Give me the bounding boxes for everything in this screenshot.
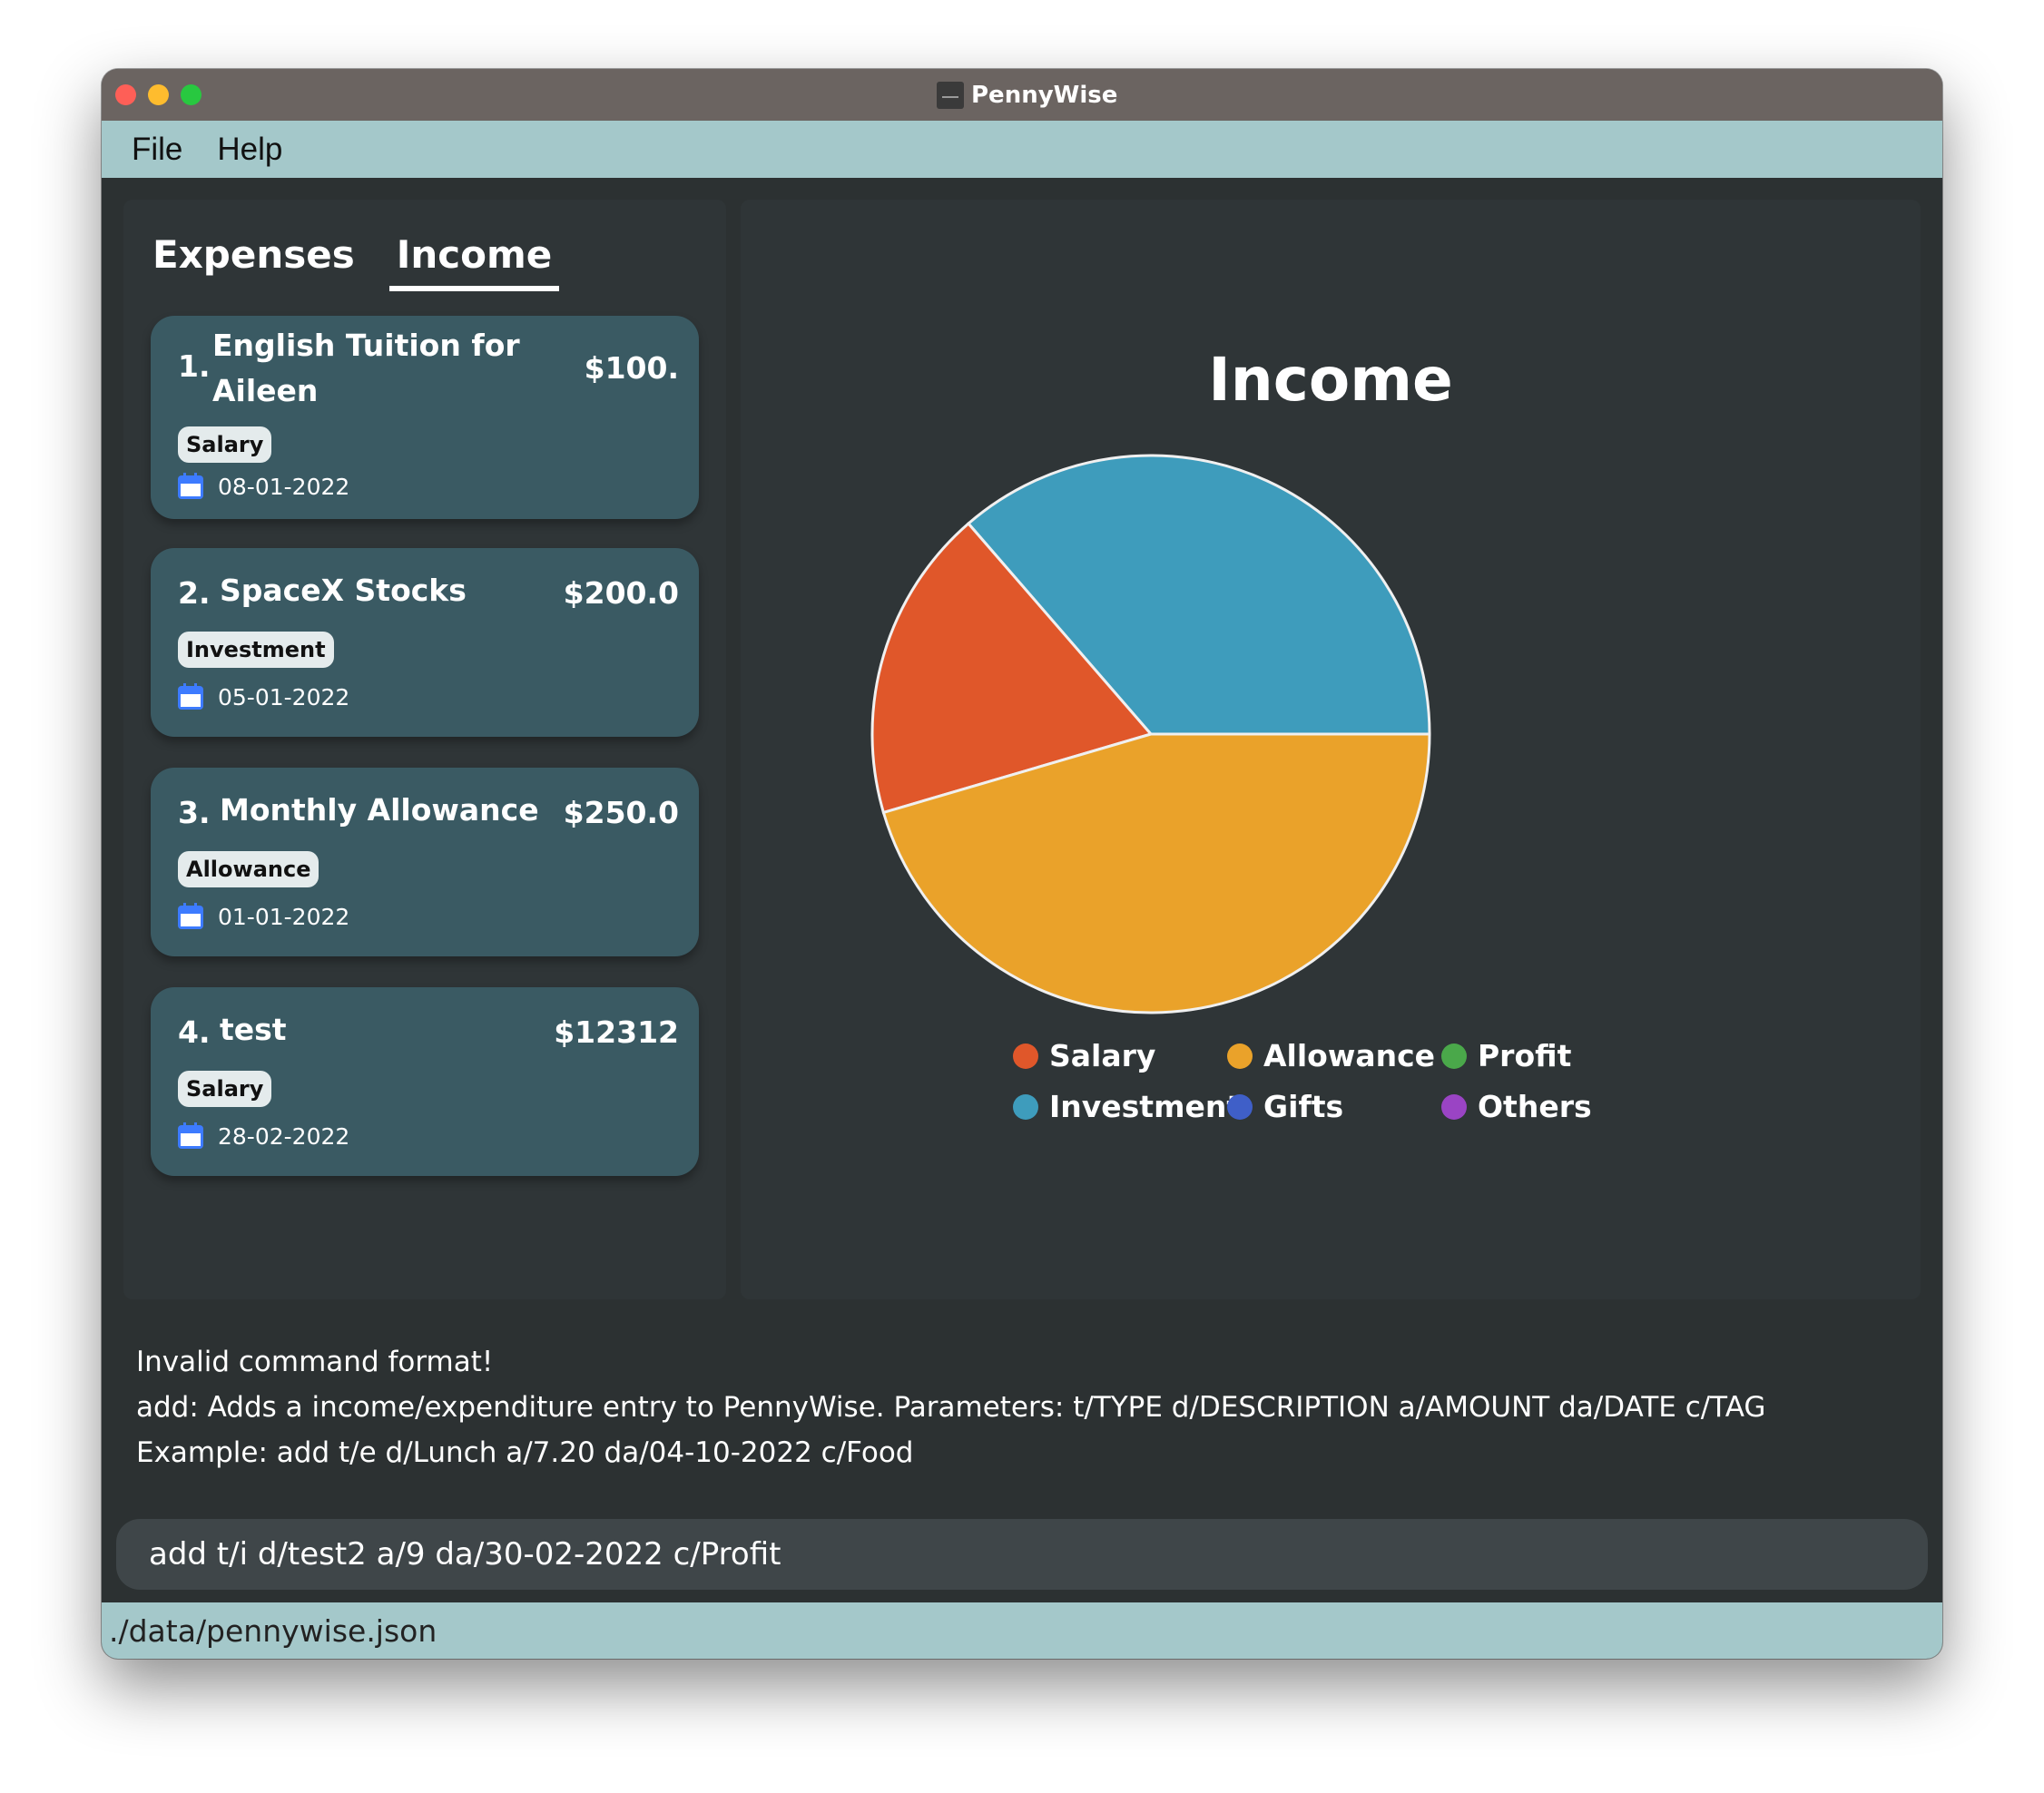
calendar-icon [178,902,203,929]
entry-tag: Allowance [178,851,319,887]
entry-date: 05-01-2022 [218,684,350,710]
entry-card[interactable]: 4. test $12312 Salary 28-02-2022 [151,987,699,1176]
entry-tag: Salary [178,426,272,463]
entry-tabs: Expenses Income [145,232,560,291]
menu-file[interactable]: File [132,132,182,168]
title-bar: PennyWise [102,69,1942,121]
entry-description-line: English Tuition for [212,328,520,363]
legend-item-investment: Investment [1013,1089,1241,1124]
entry-date-row: 28-02-2022 [178,1122,350,1150]
entry-description-line: Aileen [212,373,319,408]
result-line: Example: add t/e d/Lunch a/7.20 da/04-10… [136,1436,914,1469]
entry-date-row: 01-01-2022 [178,902,350,930]
legend-dot-icon [1227,1043,1253,1069]
entry-description: English Tuition for Aileen [212,323,520,414]
calendar-icon [178,682,203,710]
command-input[interactable] [147,1535,1875,1573]
result-line: Invalid command format! [136,1346,494,1378]
pennywise-app-icon [937,82,964,109]
menu-bar: File Help [102,121,1942,178]
entry-list-panel: Expenses Income 1. English Tuition for A… [123,200,726,1299]
legend-dot-icon [1013,1043,1038,1069]
maximize-window-button[interactable] [181,84,201,105]
menu-help[interactable]: Help [217,132,282,168]
entry-card[interactable]: 1. English Tuition for Aileen $100. Sala… [151,316,699,519]
entry-tag: Salary [178,1071,272,1107]
entry-amount: $200.0 [563,575,679,611]
entry-index: 1. [178,348,211,384]
entry-index: 2. [178,575,211,611]
calendar-icon [178,472,203,499]
legend-item-salary: Salary [1013,1038,1155,1073]
entry-date: 28-02-2022 [218,1123,350,1150]
entry-description: Monthly Allowance [220,792,539,828]
legend-dot-icon [1441,1093,1467,1120]
entry-index: 3. [178,795,211,830]
legend-dot-icon [1227,1093,1253,1120]
legend-item-gifts: Gifts [1227,1089,1343,1124]
entry-index: 4. [178,1014,211,1050]
entry-amount: $250.0 [563,795,679,830]
legend-label: Profit [1478,1038,1572,1073]
legend-dot-icon [1441,1043,1467,1069]
command-box [116,1519,1928,1590]
entry-card[interactable]: 2. SpaceX Stocks $200.0 Investment 05-01… [151,548,699,737]
entry-description: test [220,1012,287,1047]
entry-date: 08-01-2022 [218,474,350,500]
tab-income[interactable]: Income [388,232,560,291]
tab-expenses[interactable]: Expenses [145,232,362,291]
legend-label: Investment [1049,1089,1242,1124]
legend-item-profit: Profit [1441,1038,1571,1073]
entry-date-row: 05-01-2022 [178,682,350,710]
calendar-icon [178,1122,203,1149]
result-line: add: Adds a income/expenditure entry to … [136,1391,1766,1424]
entry-date-row: 08-01-2022 [178,472,350,500]
legend-item-allowance: Allowance [1227,1038,1435,1073]
legend-label: Gifts [1263,1089,1344,1124]
status-bar: ./data/pennywise.json [102,1602,1942,1659]
legend-label: Others [1478,1089,1592,1124]
window-title-text: PennyWise [971,82,1118,109]
result-display: Invalid command format! add: Adds a inco… [136,1339,1861,1475]
entry-amount: $100. [584,350,679,386]
legend-item-others: Others [1441,1089,1592,1124]
legend-label: Allowance [1263,1038,1436,1073]
entry-card[interactable]: 3. Monthly Allowance $250.0 Allowance 01… [151,768,699,956]
entry-date: 01-01-2022 [218,904,350,930]
close-window-button[interactable] [115,84,136,105]
income-pie-chart [870,454,1431,1014]
pennywise-window: PennyWise File Help Expenses Income 1. E… [102,69,1942,1659]
legend-label: Salary [1049,1038,1156,1073]
window-title: PennyWise [937,80,1117,111]
chart-panel: Income Salary Allowance Profit Investment Gi… [741,200,1921,1299]
entry-tag: Investment [178,632,334,668]
entry-description: SpaceX Stocks [220,573,467,608]
entry-amount: $12312 [554,1014,679,1050]
legend-dot-icon [1013,1093,1038,1120]
data-file-path: ./data/pennywise.json [109,1612,437,1649]
minimize-window-button[interactable] [148,84,169,105]
